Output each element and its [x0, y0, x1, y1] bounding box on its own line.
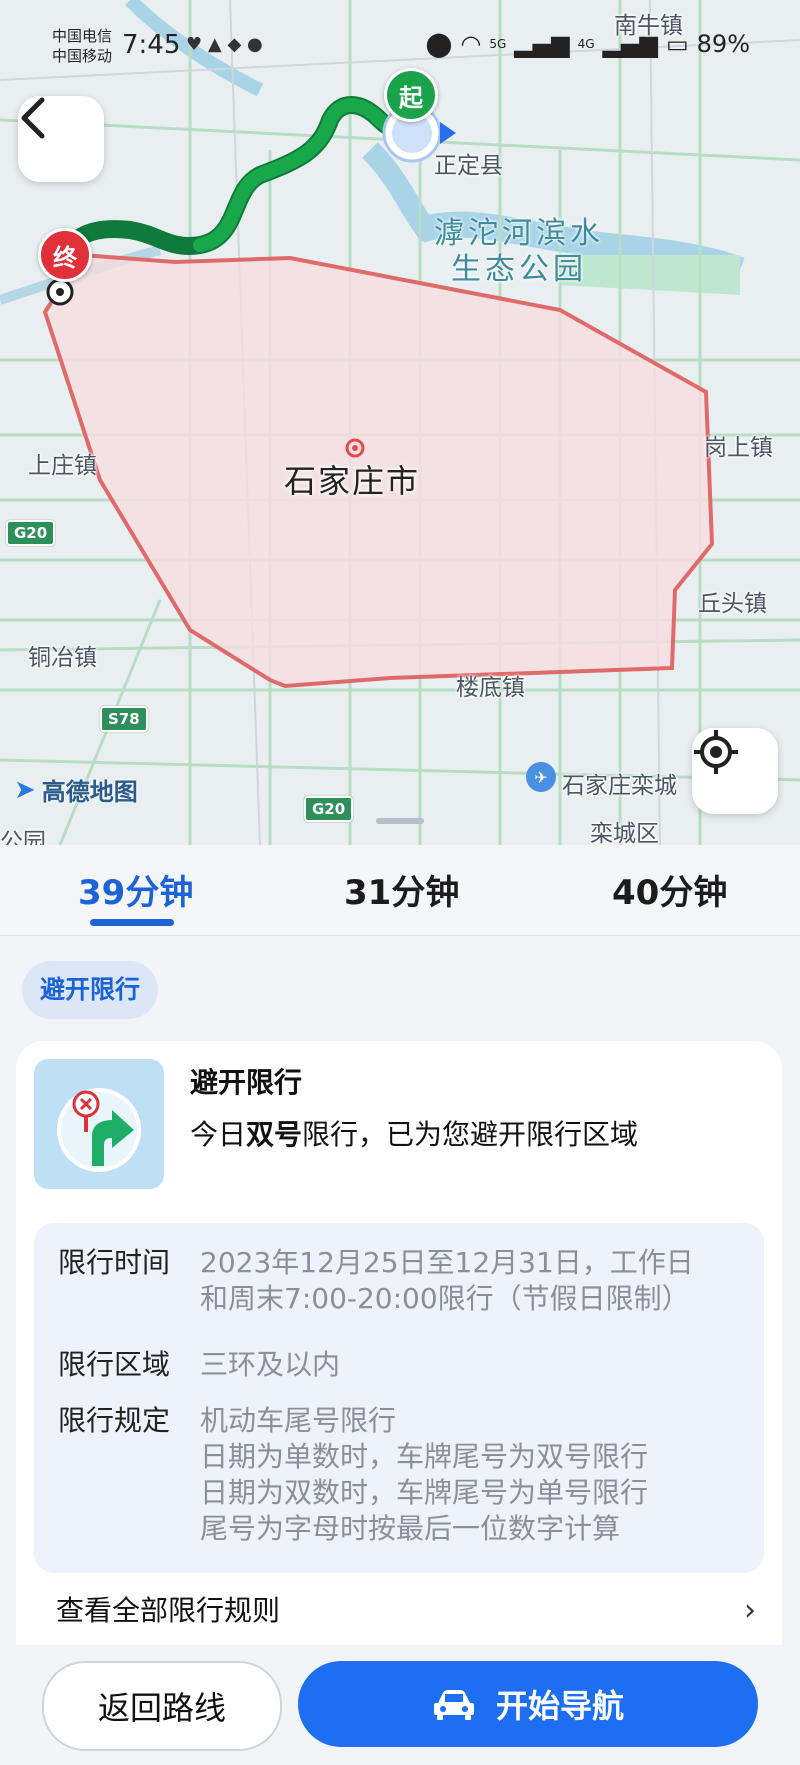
- card-title: 避开限行: [190, 1066, 303, 1099]
- detail-key: 限行规定: [58, 1404, 171, 1437]
- wifi-icon: ◠: [460, 30, 482, 58]
- amap-logo-icon: ➤: [14, 774, 36, 805]
- place-gangshang: 岗上镇: [704, 435, 773, 461]
- park-label-line2: 生态公园: [451, 252, 587, 287]
- highway-g20-bottom: G20: [304, 796, 354, 822]
- route-line-dark: [51, 96, 424, 274]
- detail-value: 三环及以内: [200, 1348, 341, 1381]
- place-nanniu: 南牛镇: [614, 13, 683, 39]
- start-navigation-button[interactable]: 开始导航: [298, 1661, 758, 1747]
- app-icon: ▲: [207, 34, 222, 55]
- chevron-right-icon: ›: [744, 1593, 756, 1628]
- detail-row-rules: 限行规定 机动车尾号限行 日期为单数时，车牌尾号为双号限行 日期为双数时，车牌尾…: [58, 1403, 648, 1547]
- detail-row-time: 限行时间 2023年12月25日至12月31日，工作日 和周末7:00-20:0…: [58, 1245, 694, 1317]
- detail-key: 限行时间: [58, 1246, 171, 1279]
- place-zhengding: 正定县: [434, 153, 503, 179]
- sheet-drag-handle[interactable]: [376, 818, 424, 824]
- bottom-action-bar: 返回路线 开始导航: [0, 1645, 800, 1765]
- route-sheet: 39分钟 31分钟 40分钟 避开限行 避开限行 今日双号限行，已为您避开限行区…: [0, 845, 800, 1765]
- detail-value: 机动车尾号限行 日期为单数时，车牌尾号为双号限行 日期为双数时，车牌尾号为单号限…: [200, 1404, 649, 1545]
- notification-icons: ♥ ▲ ◆ ●: [186, 34, 263, 55]
- desc-prefix: 今日: [190, 1118, 247, 1151]
- tab-indicator: [90, 919, 174, 926]
- restriction-card: 避开限行 今日双号限行，已为您避开限行区域 限行时间 2023年12月25日至1…: [16, 1041, 782, 1701]
- desc-suffix: 限行，已为您避开限行区域: [302, 1118, 639, 1151]
- avoid-restriction-icon: [34, 1059, 164, 1189]
- place-shangzhuang: 上庄镇: [28, 453, 97, 479]
- chevron-left-icon: [21, 97, 45, 139]
- crosshair-icon: [694, 730, 738, 774]
- card-description: 今日双号限行，已为您避开限行区域: [190, 1113, 638, 1153]
- network-5g: 5G: [489, 37, 507, 51]
- city-label: 石家庄市: [284, 462, 421, 500]
- desc-bold: 双号: [246, 1118, 303, 1151]
- park-label-line1: 滹沱河滨水: [434, 216, 604, 251]
- highway-g20-left: G20: [6, 520, 56, 546]
- map-view[interactable]: 中国电信 中国移动 7:45 ♥ ▲ ◆ ● ⬤ ◠ 5G ▂▄▆ 4G ▂▄▆…: [0, 0, 800, 845]
- carrier-2: 中国移动: [52, 47, 113, 65]
- back-button[interactable]: [18, 96, 104, 182]
- place-tongye: 铜冶镇: [28, 645, 97, 671]
- place-qiutou: 丘头镇: [698, 591, 767, 617]
- locate-button[interactable]: [692, 728, 778, 814]
- amap-logo: ➤ 高德地图: [14, 772, 138, 807]
- view-all-rules-label: 查看全部限行规则: [56, 1594, 281, 1627]
- carrier-info: 中国电信 中国移动: [52, 26, 112, 66]
- globe-icon: ●: [247, 34, 263, 55]
- carrier-1: 中国电信: [52, 27, 113, 45]
- amap-logo-text: 高德地图: [41, 778, 138, 806]
- start-pin[interactable]: 起: [384, 68, 438, 122]
- detail-key: 限行区域: [58, 1348, 171, 1381]
- place-park-bottom: 公园: [0, 829, 46, 845]
- place-loudi: 楼底镇: [456, 675, 525, 701]
- place-airport: 石家庄栾城: [562, 773, 677, 799]
- clock: 7:45: [122, 30, 181, 60]
- route-tab-3[interactable]: 40分钟: [612, 865, 727, 914]
- car-icon: [433, 1690, 474, 1720]
- signal-icon: ▂▄▆: [514, 30, 570, 58]
- shield-app-icon: ◆: [227, 34, 242, 55]
- start-navigation-label: 开始导航: [495, 1687, 624, 1725]
- route-tab-2[interactable]: 31分钟: [344, 865, 459, 914]
- avoid-restriction-chip[interactable]: 避开限行: [22, 961, 159, 1019]
- return-route-button[interactable]: 返回路线: [42, 1661, 282, 1751]
- route-tabs: 39分钟 31分钟 40分钟: [0, 845, 800, 936]
- detail-row-area: 限行区域 三环及以内: [58, 1347, 340, 1383]
- airport-icon: ✈: [526, 762, 556, 792]
- highway-s78: S78: [100, 706, 148, 732]
- detail-value: 2023年12月25日至12月31日，工作日 和周末7:00-20:00限行（节…: [200, 1246, 694, 1315]
- view-all-rules-link[interactable]: 查看全部限行规则 ›: [56, 1583, 756, 1639]
- battery-level: 89%: [696, 30, 750, 58]
- park-label: 滹沱河滨水 生态公园: [434, 216, 604, 288]
- place-luancheng: 栾城区: [590, 821, 659, 845]
- status-icons: ⬤ ◠ 5G ▂▄▆ 4G ▂▄▆ ▭ 89%: [426, 30, 750, 58]
- heart-icon: ♥: [186, 34, 203, 55]
- end-pin[interactable]: 终: [38, 228, 92, 282]
- network-4g: 4G: [577, 37, 595, 51]
- route-tab-1[interactable]: 39分钟: [78, 865, 193, 914]
- location-icon: ⬤: [425, 30, 453, 58]
- restriction-details: 限行时间 2023年12月25日至12月31日，工作日 和周末7:00-20:0…: [34, 1223, 764, 1573]
